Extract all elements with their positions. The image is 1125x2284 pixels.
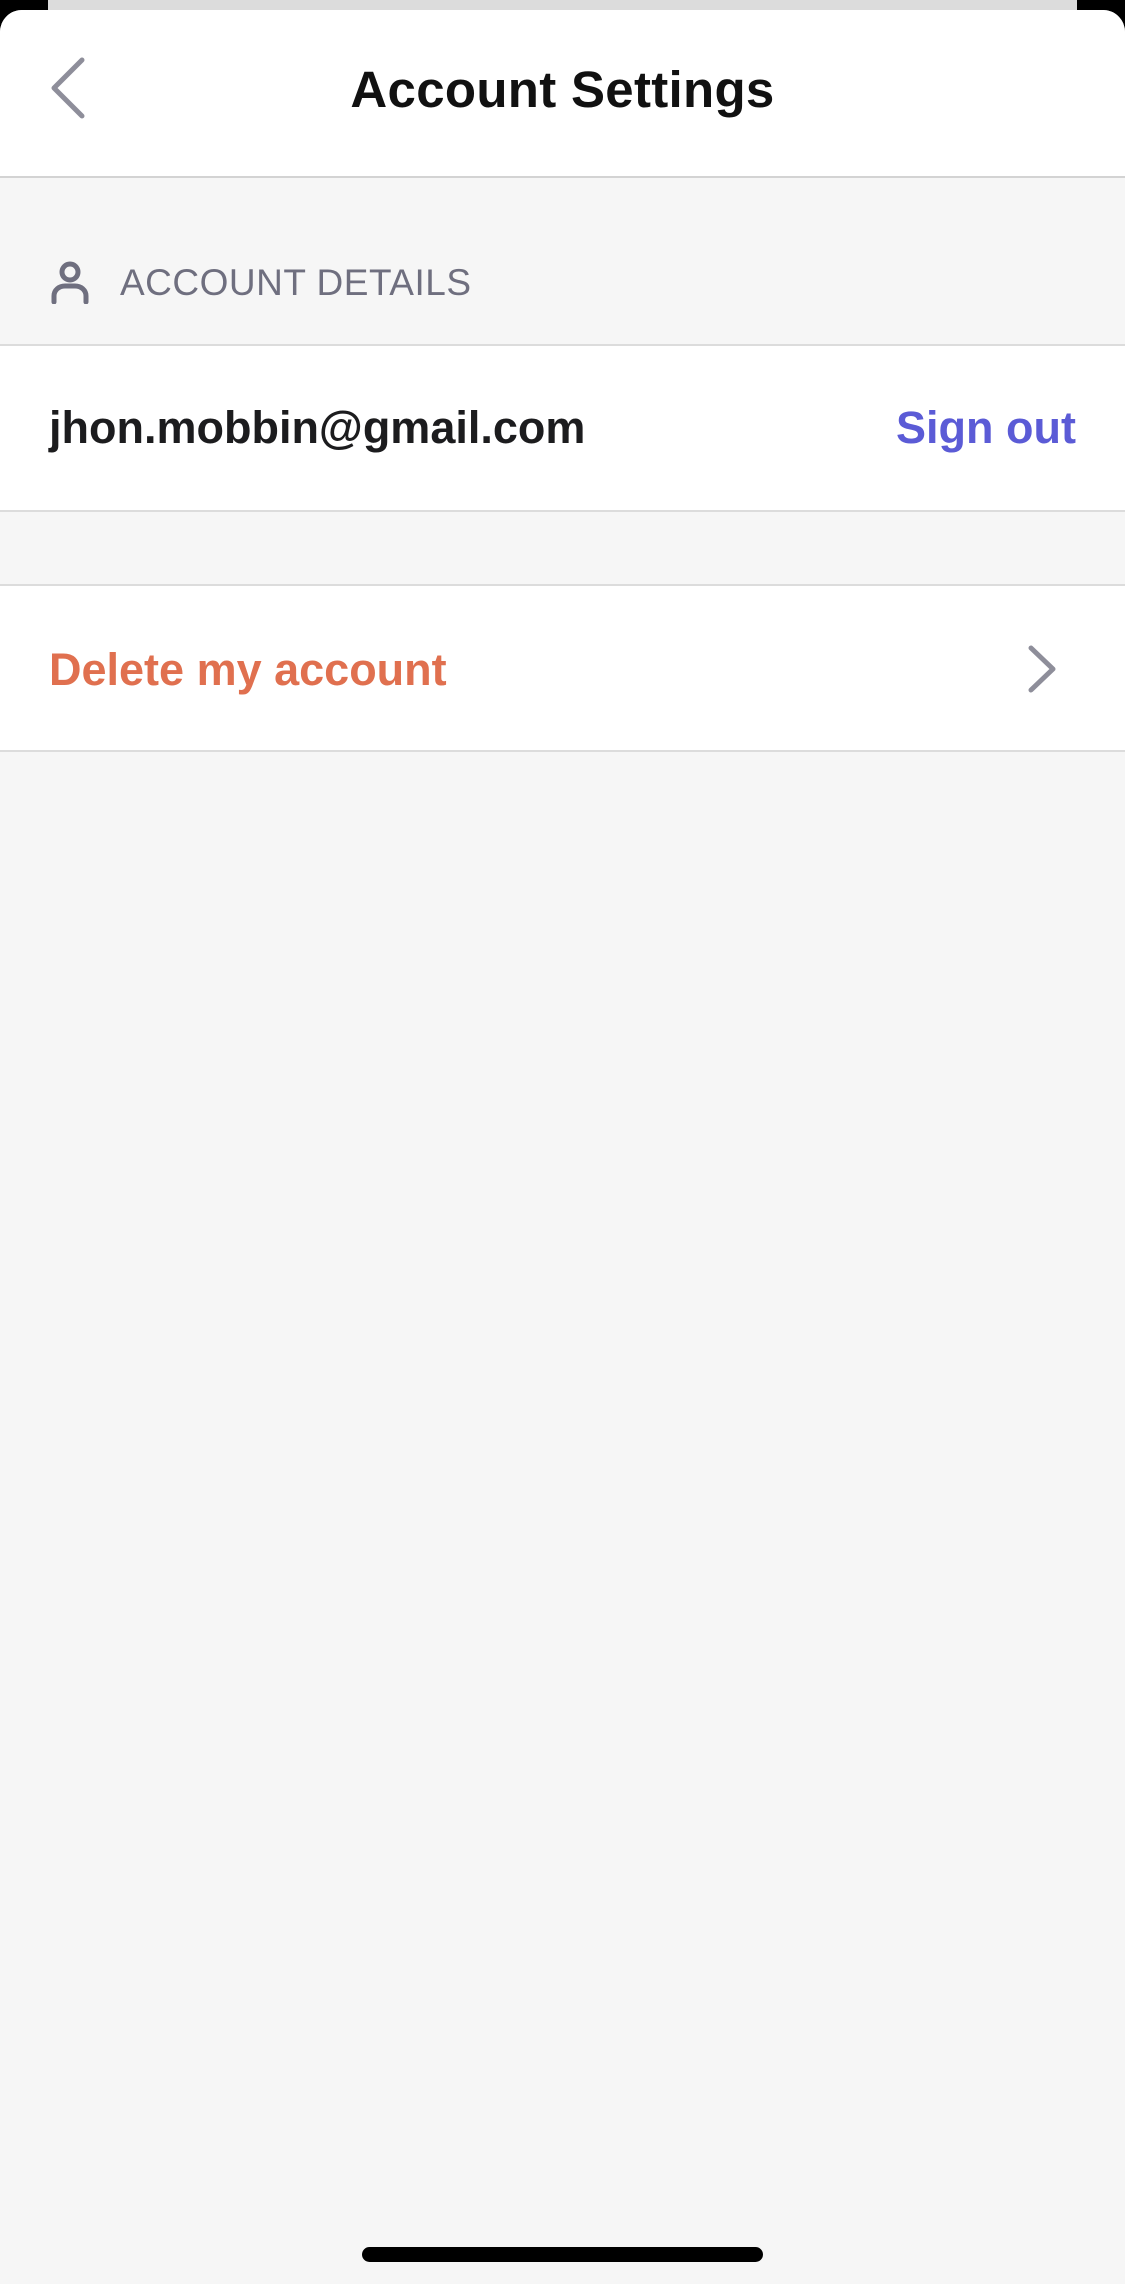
navigation-bar: Account Settings <box>0 10 1125 178</box>
home-indicator[interactable] <box>362 2247 763 2262</box>
section-title: ACCOUNT DETAILS <box>120 262 472 303</box>
account-email-row: jhon.mobbin@gmail.com Sign out <box>0 344 1125 512</box>
delete-account-label: Delete my account <box>49 644 447 695</box>
section-header-account-details: ACCOUNT DETAILS <box>0 180 1125 344</box>
account-settings-sheet: Account Settings ACCOUNT DETAILS jhon.mo… <box>0 10 1125 2284</box>
delete-account-row[interactable]: Delete my account <box>0 584 1125 752</box>
person-icon <box>51 261 89 304</box>
screen: Account Settings ACCOUNT DETAILS jhon.mo… <box>0 0 1125 2284</box>
account-email: jhon.mobbin@gmail.com <box>49 402 586 453</box>
sign-out-button[interactable]: Sign out <box>896 402 1076 454</box>
page-title: Account Settings <box>350 61 775 118</box>
chevron-right-icon <box>1028 645 1056 693</box>
